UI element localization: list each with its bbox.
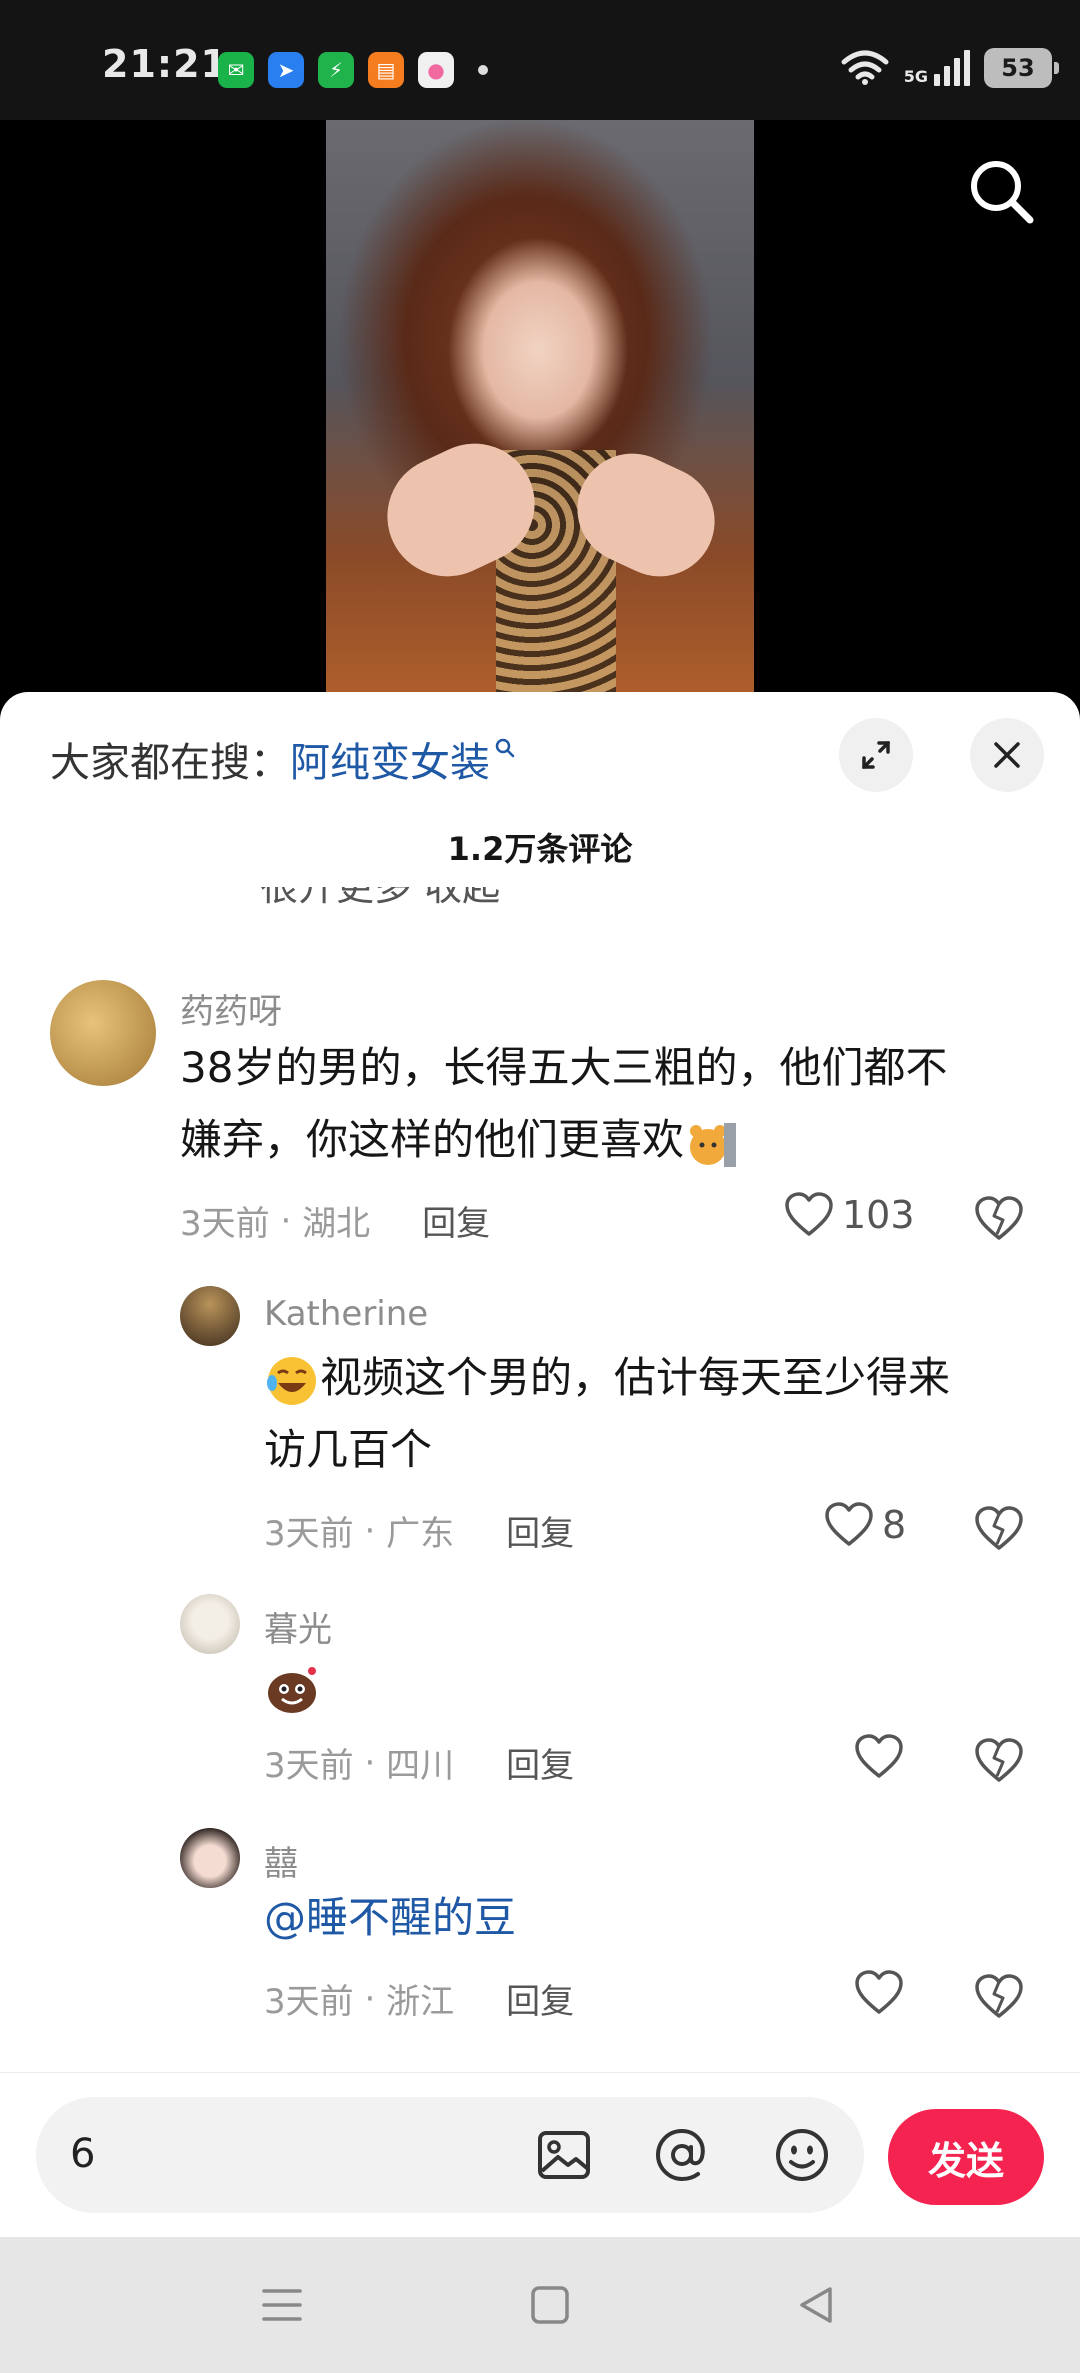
- wechat-icon: ✉: [218, 52, 254, 88]
- emoji-icon[interactable]: [772, 2125, 832, 2185]
- comment-location: 浙江: [386, 1982, 455, 2022]
- comment-text: 视频这个男的，估计每天至少得来 访几百个: [264, 1342, 1044, 1486]
- mention-link[interactable]: @睡不醒的豆: [264, 1882, 516, 1954]
- trending-search[interactable]: 大家都在搜： 阿纯变女装: [50, 730, 516, 788]
- expand-icon: [862, 741, 890, 769]
- reply-button[interactable]: 回复: [422, 1196, 490, 1245]
- comment-text-line: 视频这个男的，估计每天至少得来: [264, 1342, 1044, 1414]
- like-count: 103: [842, 1193, 915, 1237]
- comment-input-value[interactable]: 6: [70, 2131, 95, 2177]
- avatar[interactable]: [180, 1828, 240, 1888]
- comment-input-bar: 6 发送: [0, 2072, 1080, 2237]
- comment-text: [264, 1650, 320, 1722]
- avatar[interactable]: [180, 1286, 240, 1346]
- close-button[interactable]: [970, 718, 1044, 792]
- broken-heart-icon[interactable]: [974, 1506, 1024, 1552]
- comment-username[interactable]: 药药呀: [180, 984, 282, 1033]
- status-bar: 21:21 ✉ ➤ ⚡ ▤ ● 5G 53: [0, 0, 1080, 120]
- comment-meta: 3天前 · 四川 回复: [264, 1738, 574, 1787]
- video-frame-image: [326, 120, 754, 700]
- security-app-icon: ⚡: [318, 52, 354, 88]
- comment-username[interactable]: Katherine: [264, 1294, 428, 1334]
- smiling-poop-emoji-icon: [268, 1666, 316, 1713]
- clipped-expand-text: 很开更多 收起: [260, 887, 501, 909]
- like-button[interactable]: [854, 1734, 904, 1780]
- trending-query-link[interactable]: 阿纯变女装: [290, 730, 490, 788]
- comment-username[interactable]: 囍: [264, 1836, 298, 1885]
- comment-time: 3天前: [264, 1982, 354, 2022]
- more-notifications-dot: [478, 65, 488, 75]
- battery-icon: 53: [984, 48, 1059, 88]
- broken-heart-icon[interactable]: [974, 1196, 1024, 1242]
- reply-button[interactable]: 回复: [506, 1506, 574, 1555]
- reply-button[interactable]: 回复: [506, 1974, 574, 2023]
- comment-text-line: 访几百个: [264, 1425, 433, 1474]
- comment-location: 湖北: [302, 1204, 371, 1244]
- like-button[interactable]: 103: [784, 1192, 915, 1238]
- search-small-icon: [495, 738, 515, 758]
- status-time: 21:21: [102, 42, 228, 86]
- comment-text: 38岁的男的，长得五大三粗的，他们都不 嫌弃，你这样的他们更喜欢: [180, 1032, 1040, 1176]
- avatar[interactable]: [180, 1594, 240, 1654]
- menu-icon[interactable]: [256, 2279, 308, 2331]
- avatar[interactable]: [50, 980, 156, 1086]
- comment-time: 3天前: [264, 1746, 354, 1786]
- home-icon[interactable]: [524, 2279, 576, 2331]
- comment-location: 四川: [386, 1746, 455, 1786]
- comment-time: 3天前: [264, 1514, 354, 1554]
- search-icon[interactable]: [964, 154, 1040, 230]
- back-icon[interactable]: [790, 2279, 842, 2331]
- mention-icon[interactable]: [652, 2125, 712, 2185]
- heart-icon: [855, 1970, 903, 2014]
- video-player[interactable]: [0, 120, 1080, 700]
- comment-meta: 3天前 · 浙江 回复: [264, 1974, 574, 2023]
- comment-location: 广东: [386, 1514, 455, 1554]
- broken-heart-icon[interactable]: [974, 1974, 1024, 2020]
- wifi-icon: [841, 50, 889, 85]
- heart-icon: [825, 1502, 873, 1546]
- broken-heart-icon[interactable]: [974, 1738, 1024, 1784]
- expand-button[interactable]: [839, 718, 913, 792]
- bear-emoji-icon: [690, 1122, 737, 1167]
- network-type: 5G: [903, 67, 928, 86]
- app-blue-icon: ➤: [268, 52, 304, 88]
- comment-count: 1.2万条评论: [447, 830, 633, 868]
- close-icon: [994, 742, 1020, 768]
- comment-sheet: 大家都在搜： 阿纯变女装 1.2万条评论 很开更多 收起 药药呀 38岁的男的，…: [0, 692, 1080, 2237]
- status-right: 5G 53: [840, 48, 1059, 88]
- send-button[interactable]: 发送: [888, 2109, 1044, 2205]
- comment-input[interactable]: 6: [36, 2097, 864, 2213]
- comment-text-line: 嫌弃，你这样的他们更喜欢: [180, 1104, 1040, 1176]
- comment-meta: 3天前 · 湖北 回复: [180, 1196, 490, 1245]
- orange-app-icon: ▤: [368, 52, 404, 88]
- comment-text-line: 38岁的男的，长得五大三粗的，他们都不: [180, 1043, 948, 1092]
- heart-icon: [855, 1734, 903, 1778]
- system-nav-bar: [0, 2237, 1080, 2373]
- like-button[interactable]: [854, 1970, 904, 2016]
- like-count: 8: [882, 1503, 907, 1547]
- laughing-emoji-icon: [267, 1356, 316, 1405]
- signal-icon: 5G: [904, 50, 970, 86]
- comment-time: 3天前: [180, 1204, 270, 1244]
- like-button[interactable]: 8: [824, 1502, 906, 1548]
- reply-button[interactable]: 回复: [506, 1738, 574, 1787]
- heart-icon: [785, 1192, 833, 1236]
- comment-meta: 3天前 · 广东 回复: [264, 1506, 574, 1555]
- comment-username[interactable]: 暮光: [264, 1602, 332, 1651]
- pink-app-icon: ●: [418, 52, 454, 88]
- image-icon[interactable]: [534, 2125, 594, 2185]
- trending-label: 大家都在搜：: [50, 740, 290, 786]
- notification-app-icons: ✉ ➤ ⚡ ▤ ●: [218, 52, 488, 88]
